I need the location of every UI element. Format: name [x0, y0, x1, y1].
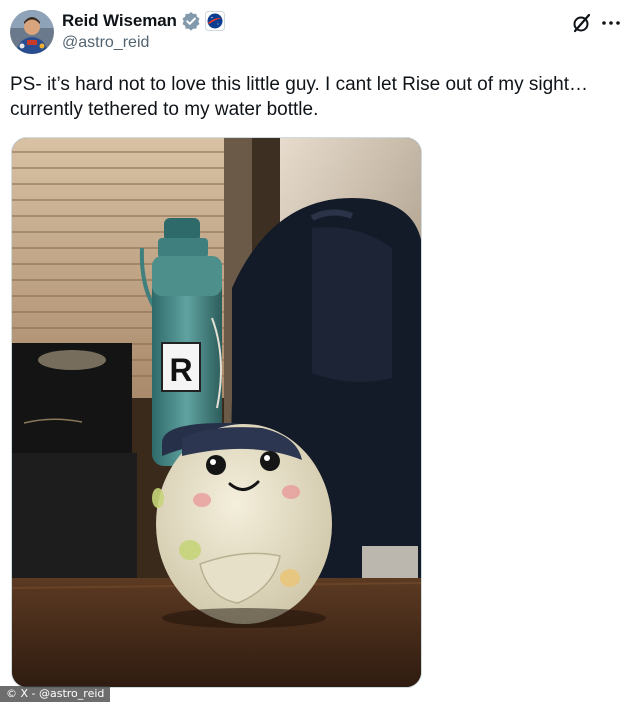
bottle-label-text: R [169, 352, 192, 388]
grok-button[interactable] [571, 12, 593, 34]
tweet-text: PS- it’s hard not to love this little gu… [10, 74, 588, 120]
author-display-name[interactable]: Reid Wiseman [62, 11, 177, 31]
astronaut-avatar-icon [10, 10, 54, 54]
tweet-card: Reid Wiseman @astro_reid PS- it’s hard n… [0, 0, 634, 702]
verified-badge-icon [181, 11, 201, 31]
more-options-button[interactable] [600, 12, 622, 34]
author-name-row: Reid Wiseman [62, 11, 225, 31]
more-options-icon [602, 21, 620, 25]
photo-plush-with-water-bottle: R [12, 138, 421, 687]
grok-icon [573, 13, 591, 33]
author-avatar[interactable] [10, 10, 54, 54]
nasa-logo-icon [204, 11, 225, 31]
tweet-photo[interactable]: R [11, 137, 422, 688]
copyright-watermark: © X - @astro_reid [0, 686, 111, 702]
author-handle[interactable]: @astro_reid [62, 34, 149, 52]
